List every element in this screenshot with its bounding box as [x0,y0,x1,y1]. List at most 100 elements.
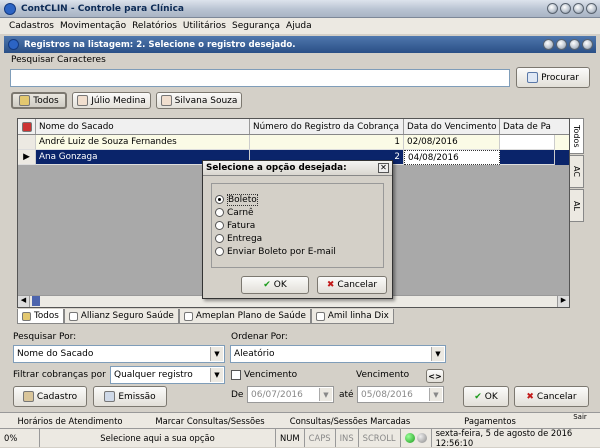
person-icon [77,95,89,106]
filter-tab-silvana-souza[interactable]: Silvana Souza [156,92,242,109]
cell-vencimento: 02/08/2016 [404,135,500,150]
grid-corner-icon[interactable] [18,119,36,134]
option-enviar-email[interactable]: Enviar Boleto por E-mail [215,245,383,258]
option-boleto[interactable]: Boleto [215,193,383,206]
form-ok-button[interactable]: ✔ OK [463,386,509,407]
print-icon [104,391,116,402]
scroll-thumb[interactable] [32,296,40,306]
menu-cadastros[interactable]: Cadastros [6,21,57,31]
status-datetime: sexta-feira, 5 de agosto de 2016 12:56:1… [435,428,573,448]
cell-vencimento: 04/08/2016 [404,150,500,165]
period-toggle-button[interactable]: <> [426,369,444,383]
option-entrega[interactable]: Entrega [215,232,383,245]
close-button[interactable] [586,3,597,14]
status-num: NUM [276,429,305,447]
radio-icon [215,221,224,230]
scroll-right-arrow[interactable]: ▶ [557,296,569,307]
chevron-down-icon: ▼ [210,368,223,382]
child-window-title-bar: Registros na listagem: 2. Selecione o re… [4,36,596,53]
side-tab-al[interactable]: AL [570,189,584,222]
pesquisar-select[interactable]: Nome do Sacado ▼ [13,345,225,363]
cadastro-button[interactable]: Cadastro [13,386,87,407]
search-button[interactable]: Procurar [516,67,590,88]
menu-relatorios[interactable]: Relatórios [129,21,180,31]
date-from-field[interactable]: 06/07/2016 ▼ [247,386,334,403]
shortcut-pagamentos[interactable]: Pagamentos [420,416,560,426]
menu-seguranca[interactable]: Segurança [229,21,283,31]
ordenar-label: Ordenar Por: [231,332,288,342]
insurance-tab-todos[interactable]: Todos [17,309,64,324]
insurance-tab-allianz[interactable]: Allianz Seguro Saúde [63,309,179,324]
sair-link[interactable]: Sair [560,413,600,421]
search-input[interactable] [10,69,510,87]
status-caps: CAPS [305,429,336,447]
side-tab-todos[interactable]: Todos [570,118,584,154]
child-window-icon [8,39,19,50]
filter-tab-julio-medina[interactable]: Júlio Medina [72,92,151,109]
status-bar: 0% Selecione aqui a sua opção NUM CAPS I… [0,428,600,448]
option-carne[interactable]: Carnê [215,206,383,219]
app-title: ContCLIN - Controle para Clínica [21,3,184,14]
filter-tab-todos[interactable]: Todos [11,92,67,109]
radio-icon [215,195,224,204]
ate-label: até [339,390,354,400]
search-label: Pesquisar Caracteres [11,55,106,65]
check-icon: ✔ [474,391,482,402]
column-header-numero[interactable]: Número do Registro da Cobrança [250,119,404,134]
minimize-button[interactable] [560,3,571,14]
scroll-left-arrow[interactable]: ◀ [18,296,30,307]
child-minimize-button[interactable] [543,39,554,50]
filtrar-label: Filtrar cobranças por [13,370,106,380]
menu-bar: Cadastros Movimentação Relatórios Utilit… [0,18,600,34]
shortcut-marcar[interactable]: Marcar Consultas/Sessões [140,416,280,426]
option-fatura[interactable]: Fatura [215,219,383,232]
date-to-field[interactable]: 05/08/2016 ▼ [357,386,444,403]
cell-numero: 1 [250,135,404,150]
side-tab-ac[interactable]: AC [570,155,584,188]
magnifier-icon [527,72,539,83]
column-header-nome[interactable]: Nome do Sacado [36,119,250,134]
filtrar-select[interactable]: Qualquer registro ▼ [110,366,225,384]
form-cancel-button[interactable]: ✖ Cancelar [514,386,589,407]
column-header-vencimento[interactable]: Data do Vencimento [404,119,500,134]
chevron-down-icon: ▼ [431,347,444,361]
help-window-button[interactable] [547,3,558,14]
child-restore-button[interactable] [569,39,580,50]
dialog-close-icon[interactable]: ✕ [378,163,389,173]
app-title-bar: ContCLIN - Controle para Clínica [0,0,600,18]
table-row[interactable]: André Luiz de Souza Fernandes 1 02/08/20… [18,135,569,150]
app-logo-icon [4,2,16,15]
status-percent: 0% [0,429,40,447]
insurance-tab-ameplan[interactable]: Ameplan Plano de Saúde [178,309,311,324]
de-label: De [231,390,244,400]
radio-icon [215,234,224,243]
dialog-title: Selecione a opção desejada: [206,163,347,173]
column-header-pagamento[interactable]: Data de Pa [500,119,555,134]
vencimento-label: Vencimento [356,370,410,380]
status-message: Selecione aqui a sua opção [40,429,276,447]
child-maximize-button[interactable] [556,39,567,50]
menu-movimentacao[interactable]: Movimentação [57,21,129,31]
shortcut-horarios[interactable]: Horários de Atendimento [0,416,140,426]
radio-icon [215,247,224,256]
insurance-tab-amil[interactable]: Amil linha Dix [310,309,394,324]
chevron-down-icon: ▼ [319,388,332,401]
dialog-cancel-button[interactable]: ✖ Cancelar [317,276,387,294]
dialog-ok-button[interactable]: ✔ OK [241,276,309,294]
menu-utilitarios[interactable]: Utilitários [180,21,229,31]
cell-pagamento [500,150,555,165]
child-close-button[interactable] [582,39,593,50]
status-scroll: SCROLL [359,429,401,447]
menu-ajuda[interactable]: Ajuda [283,21,315,31]
shortcut-marcadas[interactable]: Consultas/Sessões Marcadas [280,416,420,426]
option-dialog: Selecione a opção desejada: ✕ Boleto Car… [202,160,393,299]
ordenar-select[interactable]: Aleatório ▼ [230,345,446,363]
stack-icon [19,95,31,106]
gray-light-icon [416,433,427,443]
document-icon [315,311,325,321]
emissao-button[interactable]: Emissão [93,386,167,407]
status-ins: INS [336,429,359,447]
checkbox-icon [231,370,241,380]
vencimento-checkbox[interactable]: Vencimento [231,370,297,380]
maximize-button[interactable] [573,3,584,14]
